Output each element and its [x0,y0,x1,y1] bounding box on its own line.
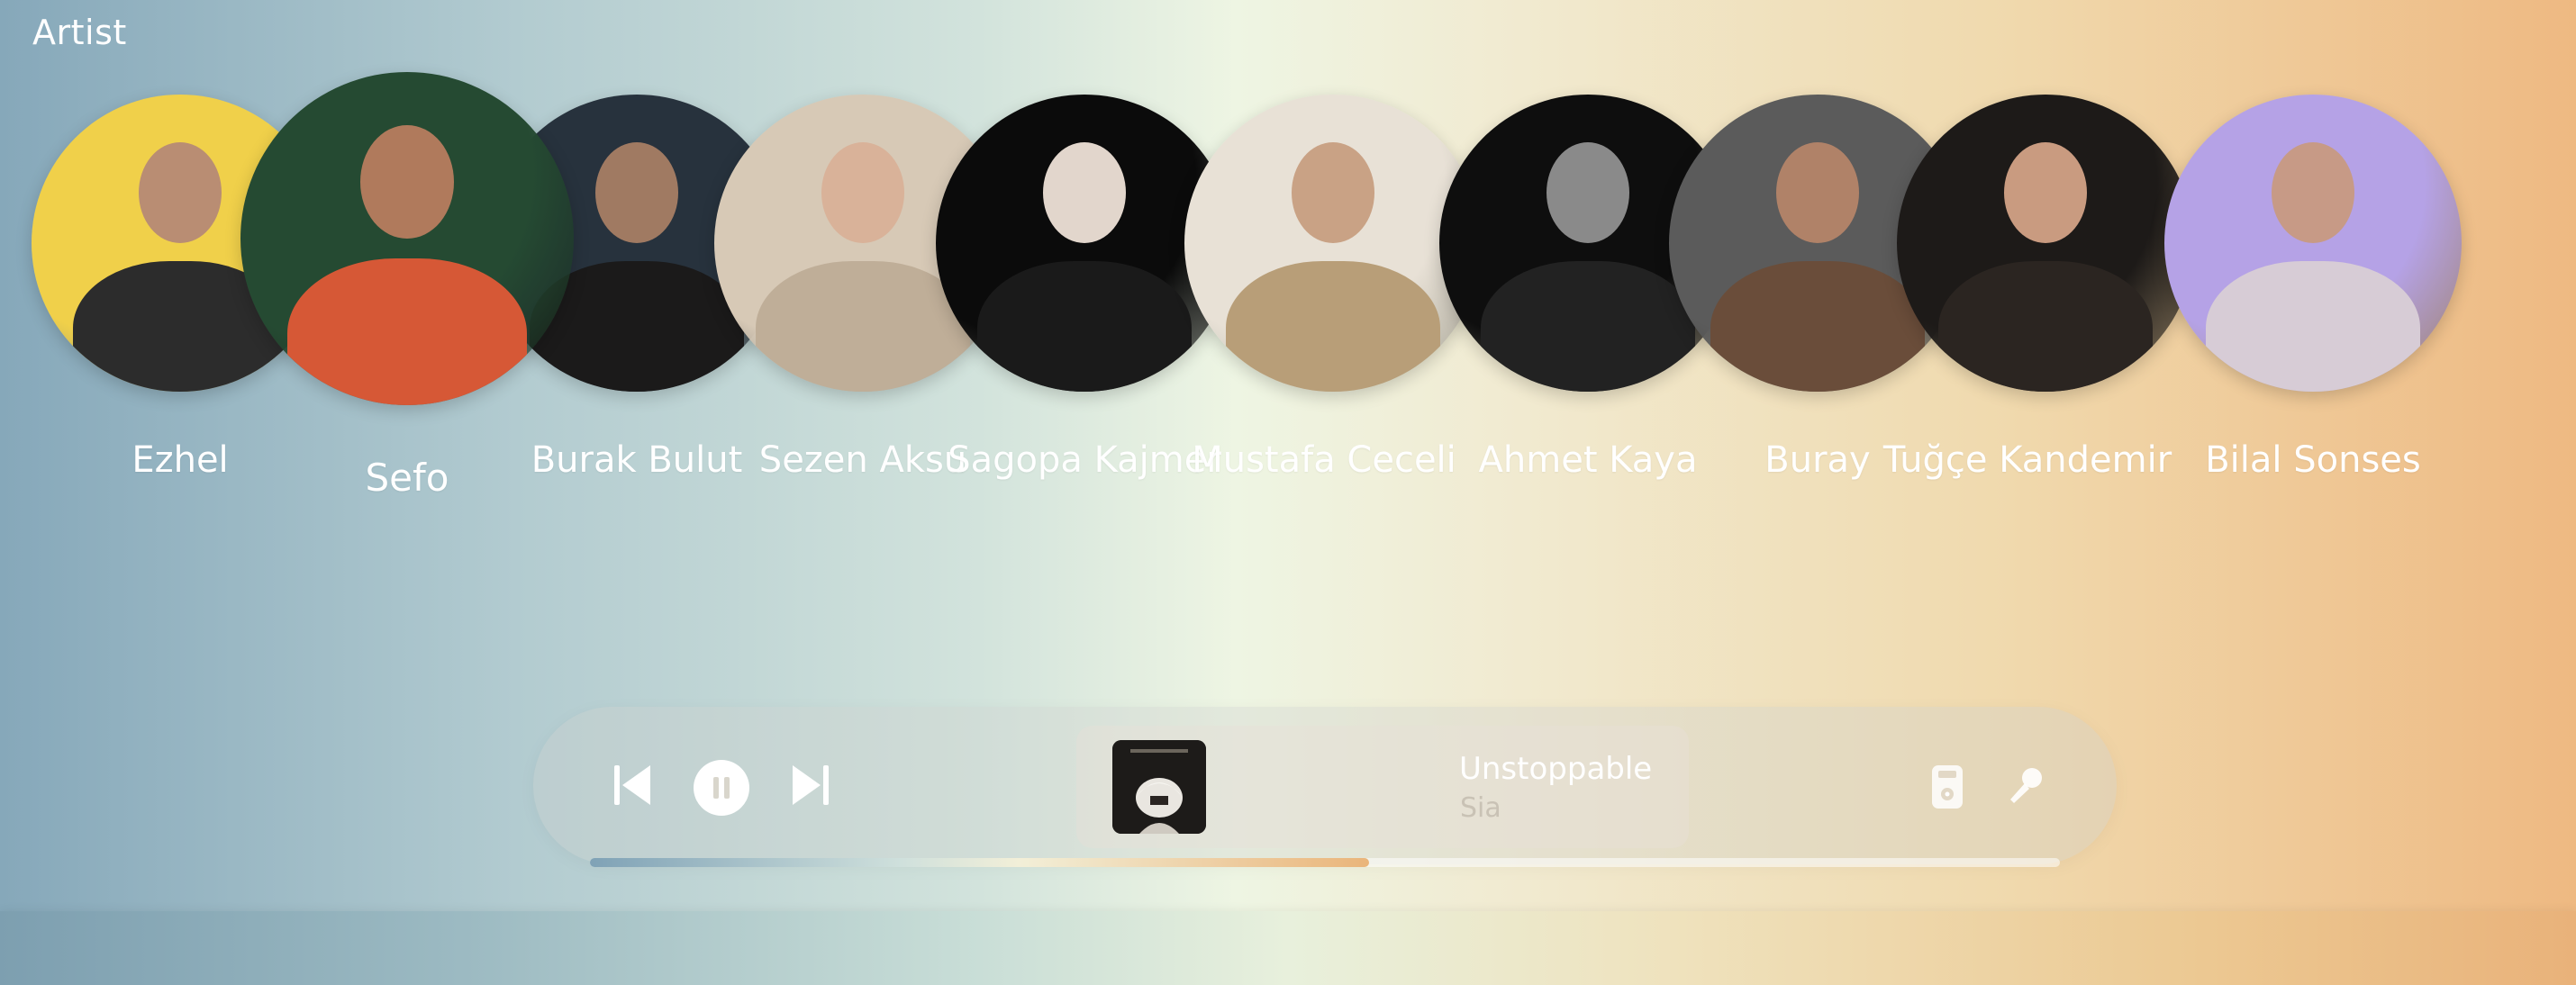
artist-name[interactable]: Buray [1764,439,1870,481]
artist-photo-head [1042,141,1127,243]
skip-next-icon [793,765,829,805]
artist-avatar[interactable] [240,72,574,405]
bottom-bar [0,911,2576,985]
device-button[interactable] [1927,762,1967,812]
speaker-icon [1932,765,1963,809]
artist-photo-body [1710,260,1925,392]
artist-photo-body [977,260,1192,392]
artist-photo-body [756,260,970,392]
section-title: Artist [32,13,127,52]
artist-avatar[interactable] [1897,95,2194,392]
artist-photo-head [1546,141,1630,243]
artist-avatar[interactable] [1184,95,1482,392]
artist-name[interactable]: Sezen Aksu [759,439,966,481]
artist-name[interactable]: Ezhel [132,439,228,481]
artist-photo-head [360,125,454,239]
artist-name[interactable]: Ahmet Kaya [1479,439,1698,481]
lyrics-button[interactable] [2005,764,2048,807]
artist-avatar[interactable] [2164,95,2462,392]
album-art [1112,740,1206,834]
artist-name[interactable]: Sefo [366,456,449,500]
artist-photo-head [821,141,905,243]
artist-photo-head [1291,141,1375,243]
pause-icon [713,777,730,799]
artist-name[interactable]: Sagopa Kajmer [948,439,1221,481]
artist-name[interactable]: Burak Bulut [531,439,743,481]
previous-button[interactable] [605,758,659,812]
artist-name[interactable]: Bilal Sonses [2205,439,2421,481]
artist-photo-body [1938,260,2153,392]
progress-fill [590,858,1369,867]
next-button[interactable] [784,758,838,812]
track-artist[interactable]: Sia [1460,792,1501,824]
artist-photo-body [1481,260,1695,392]
artist-photo-head [2003,141,2088,243]
artist-photo-body [1226,260,1440,392]
play-pause-button[interactable] [694,760,749,816]
artist-photo-head [138,141,222,243]
artist-photo-body [286,258,528,405]
track-title: Unstoppable [1459,751,1653,787]
progress-bar[interactable] [590,858,2060,867]
artist-photo-head [2271,141,2355,243]
artist-photo-body [2206,260,2420,392]
artist-photo-head [1775,141,1860,243]
artist-photo-head [594,141,679,243]
microphone-icon [2010,768,2042,803]
artist-name[interactable]: Mustafa Ceceli [1192,439,1456,481]
skip-previous-icon [614,765,650,805]
artist-name[interactable]: Tuğçe Kandemir [1883,439,2172,481]
